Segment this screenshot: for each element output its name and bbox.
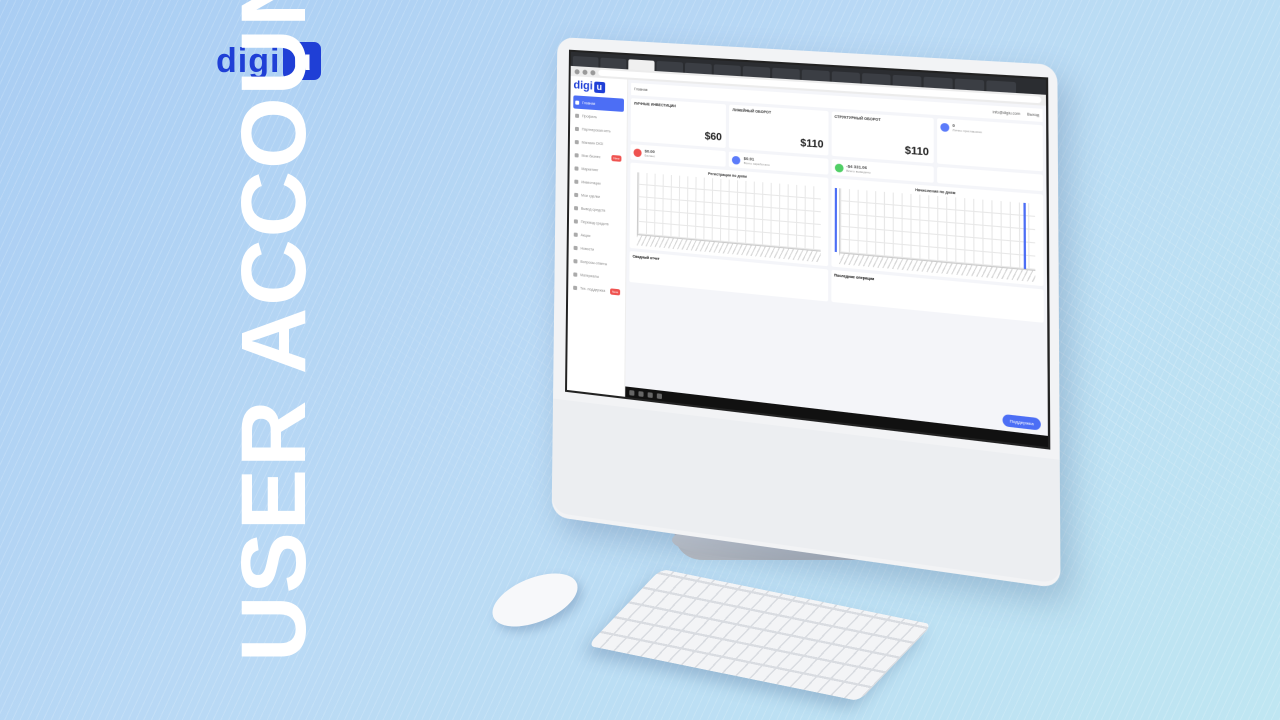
- card-title: Линейный оборот: [732, 107, 772, 115]
- nav-icon: [574, 192, 579, 197]
- card-title: Структурный оборот: [834, 114, 881, 123]
- browser-tab[interactable]: [742, 65, 771, 79]
- nav-icon: [574, 139, 579, 144]
- registrations-chart: Регистрации по дням: [629, 162, 838, 267]
- nav-icon: [574, 179, 579, 184]
- mouse: [485, 562, 585, 638]
- sidebar-item-label: Маркетинг: [581, 166, 599, 172]
- browser-tab[interactable]: [986, 80, 1017, 93]
- sidebar-item-label: Мои бизнес: [581, 153, 601, 159]
- browser-tab[interactable]: [772, 67, 800, 80]
- stat-label: Баланс: [644, 153, 656, 159]
- nav-icon: [574, 165, 579, 171]
- headline: USER ACCOUNT: [223, 0, 325, 662]
- nav-icon: [573, 218, 578, 224]
- nav-icon: [573, 245, 578, 250]
- nav-icon: [573, 285, 578, 290]
- stat-label: Всего выведено: [846, 168, 871, 175]
- stat-4: 0 Лично приглашено: [940, 122, 1039, 138]
- sidebar-item-label: Вопросы-ответы: [580, 259, 608, 266]
- card-amount: $110: [904, 145, 929, 159]
- card-amount: $110: [800, 137, 824, 151]
- stat-label: Лично приглашено: [952, 127, 982, 135]
- user-icon: [940, 122, 950, 132]
- sidebar-nav: Главная Профиль Партнерская сеть Магазин DI…: [571, 95, 625, 299]
- stat-label: Всего заработано: [743, 160, 770, 168]
- sidebar-item-label: Перевод средств: [580, 219, 609, 226]
- nav-icon: [575, 113, 580, 118]
- taskbar-app-icon[interactable]: [656, 392, 662, 399]
- taskbar-app-icon[interactable]: [647, 391, 653, 398]
- sidebar-item-label: Инвестиции: [581, 179, 601, 186]
- chart-bar: [834, 187, 838, 253]
- main-content: Главная info@digiu.com Выход Личные инве…: [625, 79, 1048, 448]
- user-email[interactable]: info@digiu.com: [993, 110, 1021, 116]
- browser-tab[interactable]: [831, 71, 860, 84]
- sidebar-item-label: Профиль: [582, 113, 598, 119]
- sidebar: digi u Главная Профиль Партнерская сеть Маг…: [567, 75, 629, 397]
- sidebar-item-label: Материалы: [580, 272, 599, 279]
- withdraw-icon: [834, 162, 843, 173]
- sidebar-logo-text: digi: [573, 79, 593, 93]
- browser-tab[interactable]: [684, 62, 712, 75]
- browser-tab[interactable]: [801, 69, 830, 82]
- sidebar-item-label: Мои сделки: [581, 192, 601, 199]
- sidebar-logo-box: u: [593, 80, 605, 93]
- reload-icon[interactable]: [590, 69, 596, 75]
- nav-icon: [575, 100, 580, 105]
- browser-tab[interactable]: [600, 57, 627, 70]
- browser-tab[interactable]: [862, 73, 891, 86]
- nav-icon: [573, 258, 578, 264]
- monitor-screen: digi u Главная Профиль Партнерская сеть Маг…: [565, 49, 1051, 450]
- support-button[interactable]: Поддержка: [1002, 413, 1041, 431]
- card-amount: $60: [704, 130, 722, 144]
- structural-turnover-card: Структурный оборот $110: [831, 111, 934, 164]
- exit-link[interactable]: Выход: [1027, 112, 1039, 117]
- nav-icon: [574, 205, 579, 210]
- browser-tab[interactable]: [656, 60, 684, 73]
- personal-invest-card: Личные инвестиции $60: [630, 98, 727, 149]
- sidebar-item-label: Акции: [580, 232, 591, 238]
- monitor: digi u Главная Профиль Партнерская сеть Маг…: [534, 26, 1075, 613]
- dollar-icon: [732, 155, 741, 165]
- nav-icon: [573, 231, 578, 237]
- chart-bar: [1022, 202, 1026, 270]
- card-title: Личные инвестиции: [633, 101, 676, 109]
- browser-tab[interactable]: [954, 78, 985, 92]
- accruals-chart: Начисления по дням: [830, 178, 1044, 287]
- new-badge: New: [611, 154, 622, 162]
- nav-icon: [574, 126, 579, 131]
- stats-card: 0 Лично приглашено: [936, 118, 1043, 172]
- wallet-icon: [633, 147, 642, 157]
- sidebar-item-label: Партнерская сеть: [581, 126, 611, 133]
- nav-icon: [573, 271, 578, 277]
- back-icon[interactable]: [574, 68, 580, 75]
- start-icon[interactable]: [629, 389, 635, 396]
- browser-tab[interactable]: [713, 64, 741, 77]
- charts-row: Регистрации по дням Начисления по дням С…: [629, 162, 1044, 323]
- forward-icon[interactable]: [582, 69, 588, 75]
- browser-tab-active[interactable]: [628, 59, 655, 71]
- app: digi u Главная Профиль Партнерская сеть Маг…: [567, 75, 1048, 448]
- sidebar-item-label: Главная: [582, 100, 596, 106]
- browser-tab[interactable]: [572, 55, 599, 68]
- sidebar-item-label: Вывод средств: [580, 206, 606, 213]
- sidebar-item-label: Магазин DIGI: [581, 139, 604, 146]
- sidebar-item-label: Новости: [580, 245, 595, 252]
- sidebar-logo[interactable]: digi u: [573, 79, 624, 94]
- keyboard: [587, 568, 933, 702]
- linear-turnover-card: Линейный оборот $110: [729, 104, 828, 156]
- nav-icon: [574, 152, 579, 158]
- browser-tab[interactable]: [892, 74, 922, 88]
- browser-tab[interactable]: [923, 76, 953, 90]
- taskbar-app-icon[interactable]: [638, 390, 644, 397]
- page-title: Главная: [634, 87, 648, 93]
- new-badge: New: [610, 287, 621, 296]
- sidebar-item-label: Тех. поддержка: [580, 285, 606, 293]
